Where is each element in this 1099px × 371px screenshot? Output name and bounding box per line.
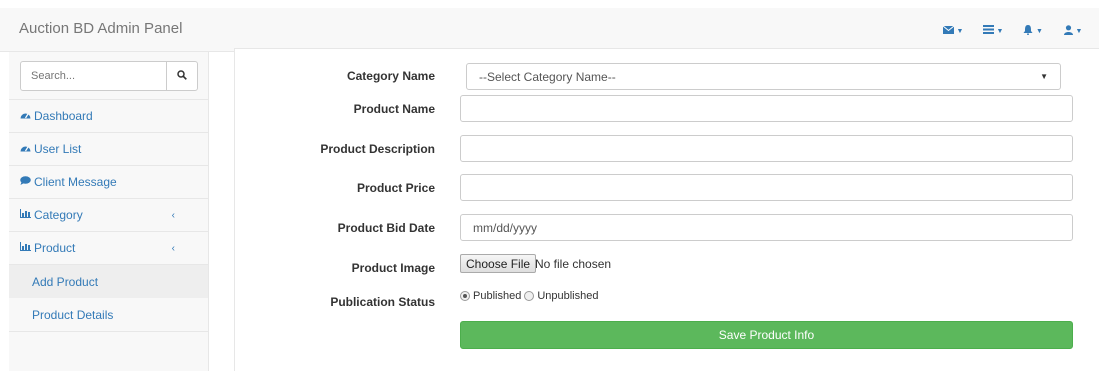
navbar-icons: ▼ ▼ ▼ ▼ (933, 21, 1093, 41)
radio-published[interactable] (460, 291, 470, 301)
category-select[interactable]: --Select Category Name-- ▼ (466, 63, 1061, 90)
product-price-label: Product Price (356, 181, 435, 195)
add-product-form: Category Name --Select Category Name-- ▼… (234, 48, 1099, 371)
sidebar-item-client-message[interactable]: Client Message (9, 166, 208, 199)
radio-selected-dot (463, 294, 467, 298)
radio-published-label: Published (473, 290, 522, 302)
category-select-value: --Select Category Name-- (479, 69, 616, 84)
tasks-icon (982, 25, 994, 37)
sidebar-subitem-product-details[interactable]: Product Details (9, 298, 208, 331)
product-description-label: Product Description (320, 142, 435, 156)
category-label: Category Name (346, 69, 435, 83)
bell-icon (1023, 24, 1033, 38)
comment-icon (20, 176, 31, 188)
chevron-down-icon: ▼ (996, 27, 1004, 35)
save-product-button[interactable]: Save Product Info (460, 321, 1073, 349)
search-input[interactable] (20, 61, 167, 91)
user-icon (1063, 24, 1073, 38)
sidebar-item-label: Category (34, 208, 83, 222)
search-icon (177, 69, 187, 83)
sidebar-item-dashboard[interactable]: Dashboard (9, 100, 208, 133)
top-navbar: Auction BD Admin Panel ▼ ▼ ▼ ▼ (0, 0, 1099, 52)
alerts-dropdown[interactable]: ▼ (1013, 21, 1053, 41)
sidebar-item-category[interactable]: Category ‹ (9, 199, 208, 232)
product-bid-date-input[interactable]: mm/dd/yyyy (460, 214, 1073, 241)
chevron-down-icon: ▼ (1075, 27, 1083, 35)
chevron-down-icon: ▼ (1036, 27, 1043, 35)
choose-file-button[interactable]: Choose File (460, 254, 537, 273)
bar-chart-icon (20, 209, 31, 221)
sidebar-search (9, 52, 208, 100)
sidebar-item-label: Client Message (34, 175, 117, 189)
sidebar: Dashboard User List Client Message Categ… (9, 52, 209, 371)
chevron-left-icon: ‹ (171, 242, 175, 254)
envelope-icon (942, 25, 954, 37)
bar-chart-icon (20, 242, 31, 254)
publication-status-group: Published Unpublished (460, 290, 598, 302)
search-button[interactable] (166, 61, 198, 91)
chevron-left-icon: ‹ (171, 209, 175, 221)
dashboard-icon (20, 143, 31, 155)
sidebar-item-label: User List (34, 142, 82, 156)
product-image-label: Product Image (351, 261, 435, 275)
dashboard-icon (20, 110, 31, 122)
product-bid-date-label: Product Bid Date (337, 221, 435, 235)
sidebar-item-label: Dashboard (34, 109, 93, 123)
product-name-input[interactable] (460, 95, 1073, 122)
radio-unpublished-label: Unpublished (537, 290, 599, 302)
sidebar-item-user-list[interactable]: User List (9, 133, 208, 166)
messages-dropdown[interactable]: ▼ (933, 21, 973, 41)
file-status-text: No file chosen (535, 257, 612, 271)
product-name-label: Product Name (353, 102, 435, 116)
radio-unpublished[interactable] (524, 291, 535, 301)
product-price-input[interactable] (460, 174, 1073, 201)
user-dropdown[interactable]: ▼ (1053, 21, 1093, 41)
chevron-down-icon: ▼ (956, 27, 964, 35)
sidebar-subitem-add-product[interactable]: Add Product (9, 265, 208, 298)
brand-title[interactable]: Auction BD Admin Panel (19, 20, 182, 37)
tasks-dropdown[interactable]: ▼ (973, 21, 1013, 41)
chevron-down-icon: ▼ (1040, 72, 1048, 81)
publication-status-label: Publication Status (330, 295, 435, 309)
sidebar-item-product[interactable]: Product ‹ (9, 232, 208, 265)
sidebar-item-label: Product (34, 241, 76, 255)
product-description-input[interactable] (460, 135, 1073, 162)
product-submenu: Add Product Product Details (9, 265, 208, 332)
